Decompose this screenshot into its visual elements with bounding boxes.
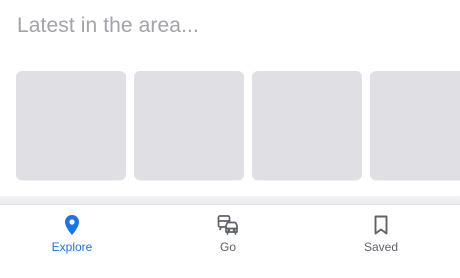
bookmark-icon [374,215,388,235]
tab-go-label: Go [219,240,236,254]
tab-saved[interactable]: Saved [326,205,436,265]
location-pin-icon [65,215,79,235]
section-title: Latest in the area... [17,14,199,37]
tab-go[interactable]: Go [173,205,283,265]
place-card-carousel[interactable] [16,71,460,182]
place-card-placeholder[interactable] [370,71,460,180]
tab-explore-label: Explore [51,240,93,254]
commute-icon [217,215,238,235]
place-card-placeholder[interactable] [134,71,244,180]
tab-saved-label: Saved [363,240,399,254]
sheet-divider [0,196,460,205]
tab-explore[interactable]: Explore [17,205,127,265]
bottom-tab-bar: Explore Go Saved [0,205,460,278]
place-card-placeholder[interactable] [252,71,362,180]
place-card-placeholder[interactable] [16,71,126,180]
